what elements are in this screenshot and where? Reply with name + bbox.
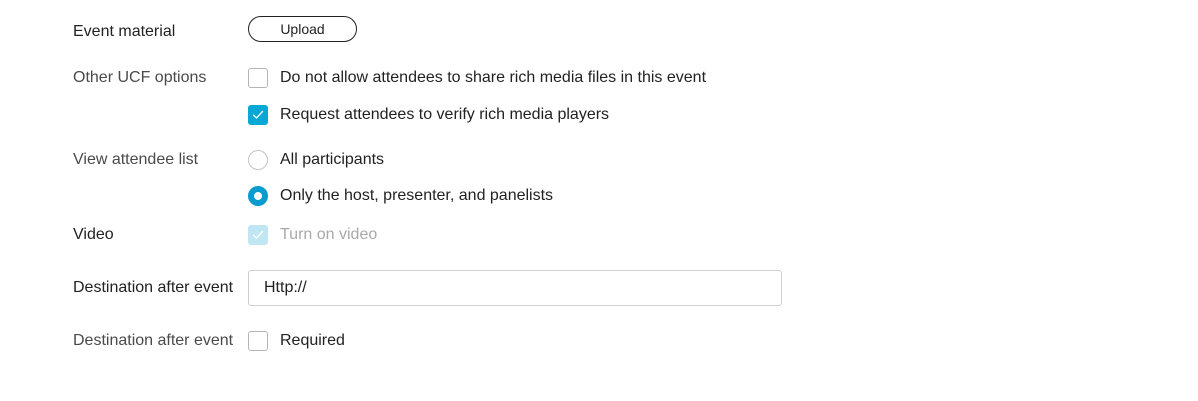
- ucf-option-verify-players[interactable]: Request attendees to verify rich media p…: [248, 104, 609, 126]
- video-option: Turn on video: [248, 224, 377, 246]
- ucf-options-label: Other UCF options: [73, 69, 207, 86]
- host-only-radio[interactable]: [248, 186, 268, 206]
- attendee-option-host-only[interactable]: Only the host, presenter, and panelists: [248, 185, 553, 207]
- destination-url-input[interactable]: [248, 270, 782, 306]
- checkmark-icon: [252, 110, 264, 119]
- attendee-option-all[interactable]: All participants: [248, 149, 384, 171]
- required-label: Required: [280, 332, 345, 349]
- no-share-checkbox[interactable]: [248, 68, 268, 88]
- attendee-list-label: View attendee list: [73, 151, 199, 168]
- destination-required-option[interactable]: Required: [248, 330, 345, 352]
- all-participants-label: All participants: [280, 151, 385, 168]
- required-checkbox[interactable]: [248, 331, 268, 351]
- video-option-label: Turn on video: [280, 226, 378, 243]
- video-label: Video: [73, 226, 114, 243]
- event-material-label: Event material: [73, 23, 176, 40]
- verify-players-label: Request attendees to verify rich media p…: [280, 106, 610, 123]
- video-checkbox: [248, 225, 268, 245]
- destination-url-label: Destination after event: [73, 279, 234, 296]
- verify-players-checkbox[interactable]: [248, 105, 268, 125]
- host-only-label: Only the host, presenter, and panelists: [280, 187, 554, 204]
- no-share-label: Do not allow attendees to share rich med…: [280, 69, 707, 86]
- ucf-option-no-share[interactable]: Do not allow attendees to share rich med…: [248, 67, 706, 89]
- checkmark-icon: [252, 230, 264, 239]
- all-participants-radio[interactable]: [248, 150, 268, 170]
- upload-button[interactable]: Upload: [248, 16, 357, 42]
- destination-required-label: Destination after event: [73, 332, 234, 349]
